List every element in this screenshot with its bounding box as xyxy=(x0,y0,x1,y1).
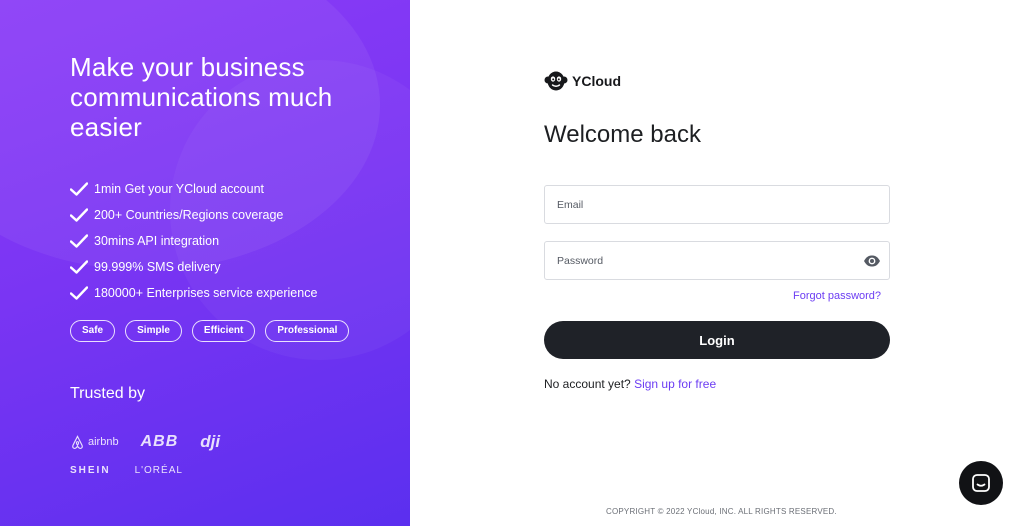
dji-logo: dji xyxy=(200,432,221,451)
email-field[interactable] xyxy=(545,186,889,223)
page-title: Welcome back xyxy=(544,121,701,148)
feature-label: 1min Get your YCloud account xyxy=(94,182,265,196)
feature-item: 99.999% SMS delivery xyxy=(70,254,317,280)
ycloud-monkey-logo-icon xyxy=(544,71,568,91)
signup-prompt: No account yet? Sign up for free xyxy=(544,377,716,391)
feature-item: 30mins API integration xyxy=(70,228,317,254)
client-logos: airbnb ABB dji SHEIN L'ORÉAL xyxy=(70,432,270,488)
trusted-by-heading: Trusted by xyxy=(70,385,145,402)
feature-label: 30mins API integration xyxy=(94,234,220,248)
airbnb-logo: airbnb xyxy=(70,434,119,450)
loreal-logo: L'ORÉAL xyxy=(134,464,183,476)
forgot-password-link[interactable]: Forgot password? xyxy=(793,290,881,302)
check-icon xyxy=(70,234,88,248)
eye-icon[interactable] xyxy=(863,253,881,269)
chat-bubble-icon xyxy=(972,474,990,492)
feature-item: 1min Get your YCloud account xyxy=(70,176,317,202)
feature-item: 180000+ Enterprises service experience xyxy=(70,280,317,306)
check-icon xyxy=(70,260,88,274)
feature-list: 1min Get your YCloud account 200+ Countr… xyxy=(70,176,317,306)
airbnb-icon xyxy=(72,434,83,449)
brand: YCloud xyxy=(544,70,621,92)
pill-safe: Safe xyxy=(70,320,116,342)
chat-button[interactable] xyxy=(959,461,1003,505)
feature-label: 200+ Countries/Regions coverage xyxy=(94,208,284,222)
pill-simple: Simple xyxy=(125,320,182,342)
signup-link[interactable]: Sign up for free xyxy=(634,377,716,391)
brand-name: YCloud xyxy=(572,73,621,89)
password-field[interactable] xyxy=(545,242,889,279)
pill-efficient: Efficient xyxy=(191,320,256,342)
shein-logo: SHEIN xyxy=(70,464,111,476)
copyright-text: COPYRIGHT © 2022 YCloud, INC. ALL RIGHTS… xyxy=(606,507,837,516)
check-icon xyxy=(70,182,88,196)
no-account-text: No account yet? xyxy=(544,377,631,391)
login-button[interactable]: Login xyxy=(544,321,890,359)
marketing-panel: Make your business communications much e… xyxy=(0,0,410,526)
abb-logo: ABB xyxy=(140,433,179,450)
check-icon xyxy=(70,286,88,300)
feature-item: 200+ Countries/Regions coverage xyxy=(70,202,317,228)
feature-label: 180000+ Enterprises service experience xyxy=(94,286,318,300)
pill-professional: Professional xyxy=(265,320,350,342)
marketing-headline: Make your business communications much e… xyxy=(70,52,333,142)
password-field-container xyxy=(544,241,890,280)
feature-label: 99.999% SMS delivery xyxy=(94,260,221,274)
email-field-container xyxy=(544,185,890,224)
value-pills: Safe Simple Efficient Professional xyxy=(70,320,359,342)
logo-row: airbnb ABB dji xyxy=(70,432,270,452)
check-icon xyxy=(70,208,88,222)
logo-row: SHEIN L'ORÉAL xyxy=(70,460,270,480)
